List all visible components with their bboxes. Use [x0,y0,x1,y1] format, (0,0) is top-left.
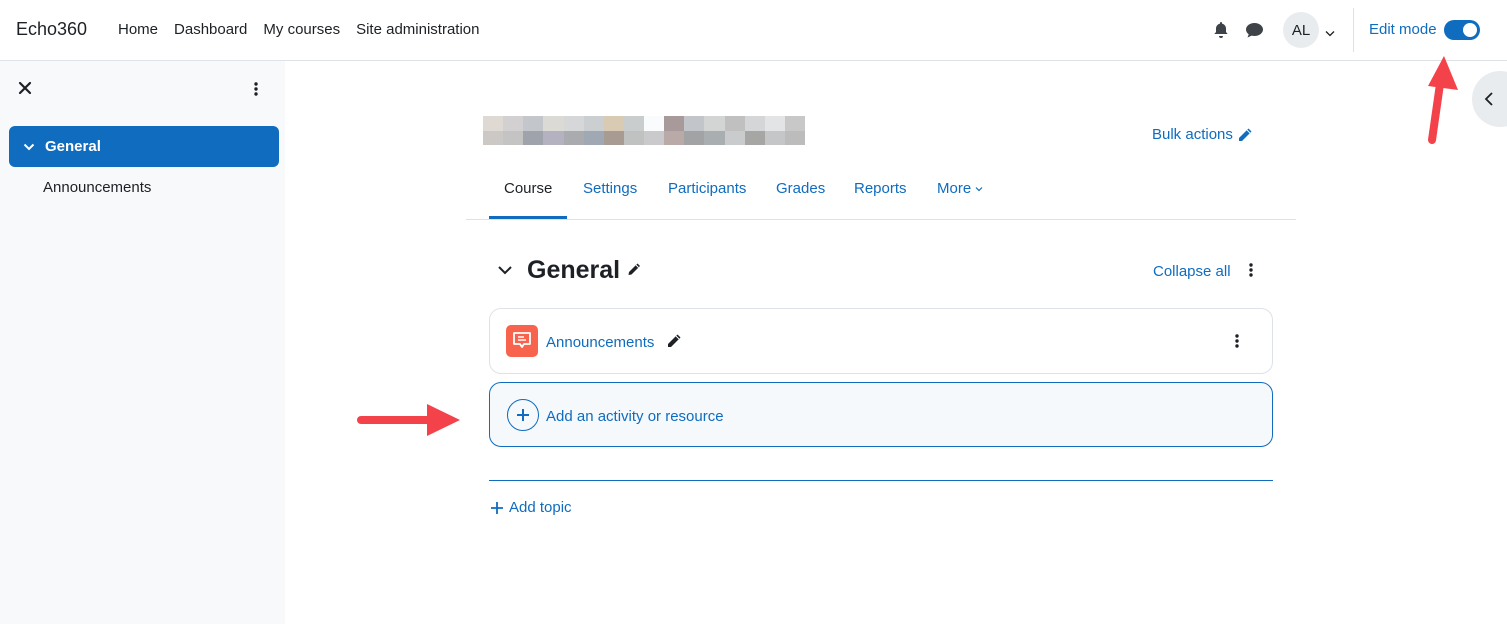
nav-my-courses[interactable]: My courses [263,21,340,38]
tab-participants[interactable]: Participants [668,180,746,197]
nav-home[interactable]: Home [118,21,158,38]
drawer-section-label: General [45,138,101,155]
activity-item: Announcements [489,308,1273,374]
messages-icon[interactable] [1244,20,1264,40]
tab-more-label: More [937,180,972,197]
course-index-drawer: General Announcements [0,61,285,624]
tab-reports[interactable]: Reports [854,180,907,197]
site-brand[interactable]: Echo360 [16,19,87,40]
add-activity-button[interactable]: Add an activity or resource [489,382,1273,447]
user-initials: AL [1291,21,1311,39]
chevron-down-icon[interactable] [23,143,35,151]
plus-icon [491,501,503,514]
drawer-kebab-icon[interactable] [252,81,260,101]
edit-mode-label[interactable]: Edit mode [1369,21,1437,38]
edit-activity-pencil-icon[interactable] [666,333,682,353]
nav-site-administration[interactable]: Site administration [356,21,479,38]
tab-more[interactable]: More [937,180,983,197]
activity-kebab-icon[interactable] [1233,333,1241,353]
edit-mode-toggle[interactable] [1444,20,1480,40]
forum-icon [506,325,538,357]
top-navbar: Echo360 Home Dashboard My courses Site a… [0,0,1507,61]
chevron-left-icon [1484,92,1493,106]
navbar-divider [1353,8,1354,52]
add-topic-link[interactable]: Add topic [490,499,572,516]
add-topic-label: Add topic [509,499,572,516]
section-divider [489,480,1273,481]
section-kebab-icon[interactable] [1247,262,1255,282]
drawer-item-announcements[interactable]: Announcements [43,179,151,196]
user-avatar[interactable]: AL [1283,12,1319,48]
active-tab-indicator [489,216,567,219]
annotation-arrow-up-icon [1428,56,1458,144]
edit-section-title-pencil-icon[interactable] [626,261,642,281]
section-header: General [497,256,642,285]
add-activity-label: Add an activity or resource [546,408,724,425]
tab-settings[interactable]: Settings [583,180,637,197]
bulk-actions-link[interactable]: Bulk actions [1152,126,1253,143]
tab-course[interactable]: Course [504,180,552,197]
section-collapse-chevron-icon[interactable] [497,262,513,279]
course-secondary-nav: Course Settings Participants Grades Repo… [466,166,1296,220]
nav-dashboard[interactable]: Dashboard [174,21,247,38]
close-drawer-icon[interactable] [18,81,32,99]
course-title-redacted [483,116,805,145]
section-title: General [527,256,621,284]
primary-nav: Home Dashboard My courses Site administr… [118,21,480,38]
bell-icon[interactable] [1211,20,1231,40]
bulk-actions-label: Bulk actions [1152,126,1233,143]
open-block-drawer-button[interactable] [1472,71,1507,127]
annotation-arrow-right-icon [357,404,460,436]
chevron-down-icon [975,186,983,191]
tab-grades[interactable]: Grades [776,180,825,197]
user-menu-chevron-down-icon[interactable] [1325,24,1335,41]
toggle-knob [1463,23,1477,37]
plus-icon [507,399,539,431]
pencil-icon [1238,128,1252,141]
collapse-all-link[interactable]: Collapse all [1153,263,1231,280]
activity-link[interactable]: Announcements [546,334,654,351]
drawer-section-general[interactable]: General [9,126,279,167]
